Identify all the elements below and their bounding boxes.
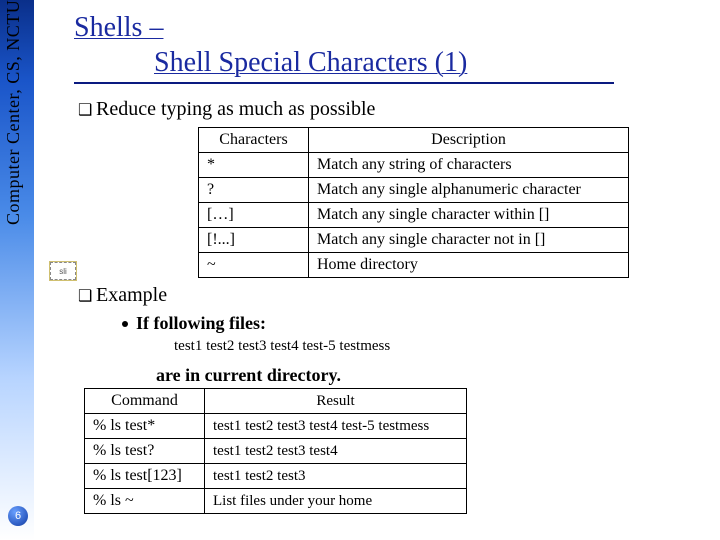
table-header-row: Characters Description <box>199 128 629 153</box>
slide: Computer Center, CS, NCTU 6 sli Shells –… <box>0 0 720 540</box>
square-bullet-icon: ❑ <box>78 286 96 306</box>
file-list: test1 test2 test3 test4 test-5 testmess <box>174 338 700 355</box>
table-row: [!...]Match any single character not in … <box>199 228 629 253</box>
cell-cmd: % ls test[123] <box>85 464 205 489</box>
cell-char: * <box>199 153 309 178</box>
cell-char: ? <box>199 178 309 203</box>
cell-res: test1 test2 test3 test4 <box>205 439 467 464</box>
slide-title: Shells – Shell Special Characters (1) <box>50 0 710 84</box>
table-row: % ls test?test1 test2 test3 test4 <box>85 439 467 464</box>
th-characters: Characters <box>199 128 309 153</box>
cell-cmd: % ls test? <box>85 439 205 464</box>
square-bullet-icon: ❑ <box>78 100 96 120</box>
cell-desc: Match any single character within [] <box>309 203 629 228</box>
table-row: % ls ~List files under your home <box>85 489 467 514</box>
cell-desc: Match any single alphanumeric character <box>309 178 629 203</box>
table-row: % ls test*test1 test2 test3 test4 test-5… <box>85 414 467 439</box>
if-following-text: If following files: <box>136 313 266 333</box>
table-row: ~Home directory <box>199 253 629 278</box>
slide-content: Shells – Shell Special Characters (1) ❑R… <box>50 0 710 540</box>
table-row: […]Match any single character within [] <box>199 203 629 228</box>
sidebar-org-text: Computer Center, CS, NCTU <box>3 0 31 540</box>
cell-char: [!...] <box>199 228 309 253</box>
slide-body: ❑Reduce typing as much as possible Chara… <box>50 84 710 514</box>
table-row: % ls test[123]test1 test2 test3 <box>85 464 467 489</box>
cell-res: test1 test2 test3 <box>205 464 467 489</box>
command-result-table: Command Result % ls test*test1 test2 tes… <box>84 388 467 514</box>
cell-desc: Home directory <box>309 253 629 278</box>
cell-res: test1 test2 test3 test4 test-5 testmess <box>205 414 467 439</box>
cell-res: List files under your home <box>205 489 467 514</box>
bullet-reduce-text: Reduce typing as much as possible <box>96 98 375 120</box>
th-command: Command <box>85 389 205 414</box>
th-result: Result <box>205 389 467 414</box>
title-line-2: Shell Special Characters (1) <box>154 47 467 78</box>
cell-desc: Match any single character not in [] <box>309 228 629 253</box>
cell-char: ~ <box>199 253 309 278</box>
cell-cmd: % ls ~ <box>85 489 205 514</box>
cell-char: […] <box>199 203 309 228</box>
bullet-example-text: Example <box>96 284 167 306</box>
bullet-example: ❑Example <box>78 284 700 307</box>
cell-cmd: % ls test* <box>85 414 205 439</box>
table-row: *Match any string of characters <box>199 153 629 178</box>
are-in-current-dir: are in current directory. <box>156 365 341 386</box>
if-following-files: If following files: <box>122 313 700 334</box>
page-number-badge: 6 <box>8 506 28 526</box>
example-block: ❑Example If following files: test1 test2… <box>78 284 700 514</box>
table-row: ?Match any single alphanumeric character <box>199 178 629 203</box>
th-description: Description <box>309 128 629 153</box>
title-line-1: Shells – <box>74 12 163 43</box>
table-header-row: Command Result <box>85 389 467 414</box>
bullet-reduce: ❑Reduce typing as much as possible <box>78 98 700 121</box>
dot-bullet-icon <box>122 321 128 327</box>
special-chars-table: Characters Description *Match any string… <box>198 127 629 278</box>
cell-desc: Match any string of characters <box>309 153 629 178</box>
